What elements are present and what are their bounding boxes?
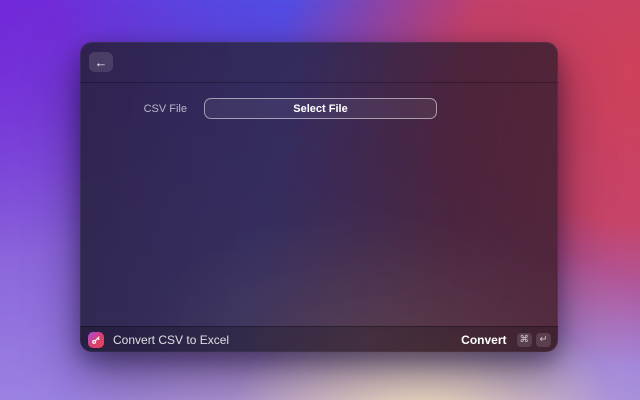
cmd-key-badge: ⌘ [516,332,532,347]
key-icon [92,335,100,344]
back-button[interactable]: ← [89,52,113,72]
window-header: ← [80,42,558,83]
select-file-button[interactable]: Select File [204,98,437,119]
form-body: CSV File Select File [80,83,558,326]
convert-action[interactable]: Convert ⌘ ↵ [461,332,551,347]
action-bar-left: Convert CSV to Excel [88,331,230,348]
action-bar: Convert CSV to Excel Convert ⌘ ↵ [80,326,558,352]
enter-key-badge: ↵ [536,332,551,347]
command-name: Convert CSV to Excel [113,332,230,347]
form-row-csv-file: CSV File Select File [80,98,558,119]
back-arrow-icon: ← [94,54,108,70]
convert-action-label: Convert [461,332,507,347]
raycast-window: ← CSV File Select File Convert CSV to Ex… [80,42,558,352]
csv-file-label: CSV File [143,102,187,115]
extension-icon [88,331,104,348]
